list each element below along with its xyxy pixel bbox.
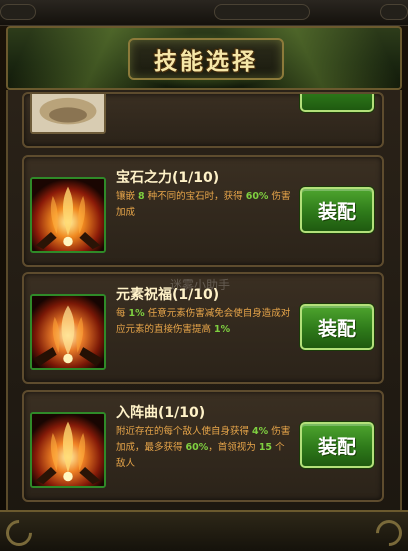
crest-icon — [30, 94, 106, 134]
status-strip — [0, 0, 408, 26]
equip-button[interactable]: 装配 — [300, 304, 374, 350]
status-pill — [214, 4, 310, 20]
skill-card[interactable]: 入阵曲(1/10) 附近存在的每个敌人使自身获得 4% 伤害加成，最多获得 60… — [22, 390, 384, 502]
highlight-value: 1% — [214, 324, 231, 335]
description-text: 种不同的宝石时，获得 — [144, 191, 246, 202]
highlight-value: 60% — [245, 191, 269, 202]
skill-description: 镶嵌 8 种不同的宝石时，获得 60% 伤害加成 — [116, 189, 294, 221]
header-banner: 技能选择 — [6, 26, 402, 90]
flame-burst-icon — [30, 177, 106, 253]
watermark: 迷雾小助手 — [170, 278, 231, 292]
skill-card-partial[interactable] — [22, 92, 384, 148]
equip-button[interactable] — [300, 94, 374, 112]
skill-card[interactable]: 宝石之力(1/10) 镶嵌 8 种不同的宝石时，获得 60% 伤害加成 装配 — [22, 155, 384, 267]
title-plate: 技能选择 — [128, 38, 284, 80]
description-text: 附近存在的每个敌人使自身获得 — [116, 426, 253, 437]
flame-burst-icon — [30, 412, 106, 488]
highlight-value: 60% — [185, 442, 209, 453]
status-pill — [0, 4, 36, 20]
skill-title: 宝石之力(1/10) — [116, 170, 220, 186]
highlight-value: 1% — [128, 308, 145, 319]
status-pill — [380, 4, 408, 20]
panel-bottom-border — [0, 510, 408, 551]
skill-description: 附近存在的每个敌人使自身获得 4% 伤害加成，最多获得 60%，首领视为 15 … — [116, 424, 294, 472]
skill-title: 入阵曲(1/10) — [116, 405, 206, 421]
highlight-value: 15 — [258, 442, 273, 453]
page-title: 技能选择 — [154, 49, 258, 75]
skill-description: 每 1% 任意元素伤害减免会使自身造成对应元素的直接伤害提高 1% — [116, 306, 294, 338]
game-window: 技能选择 宝石之力(1/10) 镶嵌 8 种不同的宝石时，获得 60% 伤害加成… — [0, 0, 408, 551]
equip-button[interactable]: 装配 — [300, 187, 374, 233]
highlight-value: 8 — [138, 191, 145, 202]
highlight-value: 4% — [252, 426, 269, 437]
flame-burst-icon — [30, 294, 106, 370]
description-text: 每 — [116, 308, 129, 319]
ornament-icon — [0, 514, 38, 551]
description-text: 镶嵌 — [116, 191, 139, 202]
ornament-icon — [370, 514, 408, 551]
description-text: ，首领视为 — [208, 442, 259, 453]
equip-button[interactable]: 装配 — [300, 422, 374, 468]
